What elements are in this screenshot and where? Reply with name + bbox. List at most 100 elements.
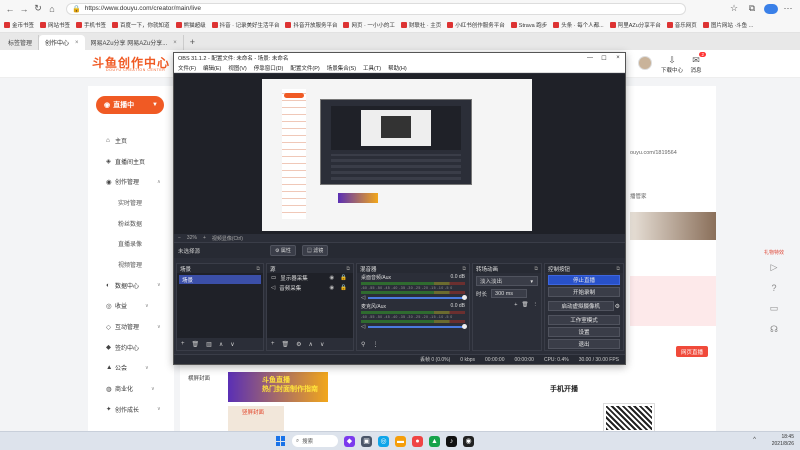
- dock-menu-icon[interactable]: ⧉: [256, 266, 260, 272]
- start-icon[interactable]: [276, 436, 286, 446]
- bookmark-item[interactable]: 抖音开放服务平台: [285, 21, 337, 29]
- edge-icon[interactable]: ◎: [378, 435, 389, 447]
- obs-menu-item[interactable]: 工具(T): [363, 64, 381, 72]
- tab-2[interactable]: 网易AZu分享 网易AZu分享... ×: [85, 35, 184, 50]
- bookmark-item[interactable]: 音乐网页: [666, 21, 697, 29]
- feedback-icon[interactable]: ▭: [762, 303, 786, 314]
- dock-menu-icon[interactable]: ⧉: [462, 266, 466, 272]
- gear-icon[interactable]: ⚙: [296, 341, 301, 348]
- volume-slider[interactable]: [368, 295, 467, 300]
- properties-button[interactable]: ⚙ 属性: [270, 245, 296, 256]
- sidebar-item[interactable]: 粉丝数据: [106, 213, 161, 234]
- zoom-out-icon[interactable]: −: [178, 235, 181, 241]
- delete-icon[interactable]: 🗑: [282, 341, 290, 348]
- close-icon[interactable]: ×: [611, 55, 625, 62]
- task-view-icon[interactable]: ▣: [361, 435, 372, 447]
- app-icon[interactable]: ♪: [446, 435, 457, 447]
- sidebar-item[interactable]: 实时管理: [106, 192, 161, 213]
- obs-menu-item[interactable]: 停靠窗口(D): [254, 64, 284, 72]
- obs-menu-item[interactable]: 帮助(H): [388, 64, 407, 72]
- sidebar-item[interactable]: ◈ 直播间主页: [106, 151, 161, 172]
- sidebar-item[interactable]: ◉ 创作管理 ∧: [106, 171, 161, 192]
- more-icon[interactable]: ⋮: [533, 302, 539, 308]
- filter-icon[interactable]: ▥: [206, 341, 212, 348]
- taskbar-search[interactable]: ⌕ 搜索: [292, 435, 338, 447]
- delete-icon[interactable]: 🗑: [522, 302, 529, 308]
- duration-input[interactable]: 300 ms: [491, 289, 528, 298]
- stop-streaming-button[interactable]: 停止直播: [548, 275, 620, 285]
- sidebar-item[interactable]: 直播录像: [106, 233, 161, 254]
- source-item-audio[interactable]: ◁ 音频采集 ◉ 🔒: [267, 283, 353, 293]
- web-live-button[interactable]: 网页直播: [676, 346, 708, 357]
- obs-menu-item[interactable]: 编辑(E): [203, 64, 221, 72]
- scene-item[interactable]: 场景: [179, 275, 261, 284]
- add-icon[interactable]: +: [514, 302, 517, 308]
- help-icon[interactable]: ?: [762, 283, 786, 293]
- obs-menu-item[interactable]: 场景集合(S): [327, 64, 356, 72]
- dock-menu-icon[interactable]: ⧉: [616, 266, 620, 272]
- home-icon[interactable]: ⌂: [46, 3, 58, 15]
- bookmark-item[interactable]: 网页 · 一小小的工: [343, 21, 395, 29]
- tab-0[interactable]: 标签管理: [2, 35, 40, 50]
- obs-preview[interactable]: [174, 74, 625, 234]
- link-icon[interactable]: ⚲: [361, 341, 365, 348]
- messages-button[interactable]: ✉ 2 消息: [684, 52, 708, 74]
- close-icon[interactable]: ×: [173, 40, 177, 46]
- down-icon[interactable]: ∨: [230, 341, 234, 348]
- studio-mode-button[interactable]: 工作室模式: [548, 315, 620, 325]
- virtual-camera-button[interactable]: 启动虚拟摄像机: [548, 301, 614, 311]
- app-icon[interactable]: ▲: [429, 435, 440, 447]
- down-icon[interactable]: ∨: [320, 341, 324, 348]
- bookmark-item[interactable]: 头条 · 每个人都...: [553, 21, 604, 29]
- bookmark-item[interactable]: 手机书签: [76, 21, 106, 29]
- download-center-button[interactable]: ⇩ 下载中心: [660, 55, 684, 74]
- transition-select[interactable]: 淡入淡出 ▼: [476, 276, 538, 286]
- dock-menu-icon[interactable]: ⧉: [534, 266, 538, 272]
- back-icon[interactable]: ←: [4, 3, 16, 15]
- obs-icon[interactable]: ◉: [463, 435, 474, 447]
- bookmark-item[interactable]: 熊猫超级: [175, 21, 206, 29]
- obs-menu-item[interactable]: 配置文件(P): [290, 64, 319, 72]
- bookmark-item[interactable]: 阿里AZu分享平台: [609, 21, 661, 29]
- visibility-icon[interactable]: ◉: [329, 285, 334, 291]
- promo-banner[interactable]: [630, 212, 716, 240]
- lock-icon[interactable]: 🔒: [340, 285, 347, 291]
- speaker-icon[interactable]: ◁: [361, 295, 365, 301]
- zoom-in-icon[interactable]: +: [203, 235, 206, 241]
- speaker-icon[interactable]: ◁: [361, 324, 365, 330]
- source-item-display[interactable]: ▭ 显示器采集 ◉ 🔒: [267, 273, 353, 283]
- sidebar-item[interactable]: ◎ 收益 ∨: [106, 296, 161, 317]
- customer-service-icon[interactable]: ☊: [762, 324, 786, 335]
- sidebar-item[interactable]: ◆ 签约中心: [106, 337, 161, 358]
- profile-icon[interactable]: [764, 3, 778, 14]
- add-icon[interactable]: +: [181, 341, 185, 347]
- sidebar-item[interactable]: ◐ 数据中心 ∨: [106, 275, 161, 296]
- obs-menu-item[interactable]: 文件(F): [178, 64, 196, 72]
- exit-button[interactable]: 退出: [548, 339, 620, 349]
- live-status-button[interactable]: ◉ 直播中 ▼: [96, 96, 164, 114]
- gift-effects-link[interactable]: 礼物特效: [762, 250, 786, 256]
- sidebar-item[interactable]: 视频管理: [106, 254, 161, 275]
- reload-icon[interactable]: ↻: [32, 3, 44, 15]
- folder-icon[interactable]: ▬: [395, 435, 406, 447]
- bookmark-item[interactable]: 网站书签: [40, 21, 70, 29]
- dock-menu-icon[interactable]: ⧉: [346, 266, 350, 272]
- bookmark-item[interactable]: 百度一下，你就知道: [112, 21, 170, 29]
- visibility-icon[interactable]: ◉: [329, 275, 334, 281]
- filters-button[interactable]: ▤ 滤镜: [301, 245, 329, 256]
- start-recording-button[interactable]: 开始录制: [548, 287, 620, 297]
- preview-mode-label[interactable]: 视频显像(Ctrl): [212, 235, 243, 242]
- bookmark-item[interactable]: 抖音 · 记录美好生活平台: [211, 21, 279, 29]
- menu-icon[interactable]: ⋯: [782, 3, 794, 15]
- new-tab-icon[interactable]: +: [184, 37, 201, 47]
- bookmark-item[interactable]: Strava 跑步: [510, 21, 547, 29]
- room-url[interactable]: ouyu.com/1819564: [630, 150, 677, 156]
- zoom-level[interactable]: 32%: [187, 235, 197, 241]
- bookmark-item[interactable]: 财联社 · 主页: [400, 21, 441, 29]
- obs-menu-item[interactable]: 视图(V): [228, 64, 246, 72]
- forward-icon[interactable]: →: [18, 3, 30, 15]
- star-icon[interactable]: ☆: [728, 3, 740, 15]
- up-icon[interactable]: ∧: [219, 341, 223, 348]
- bookmark-item[interactable]: 小红书创作服务平台: [447, 21, 505, 29]
- clock[interactable]: 18:45 2021/8/26: [772, 434, 794, 448]
